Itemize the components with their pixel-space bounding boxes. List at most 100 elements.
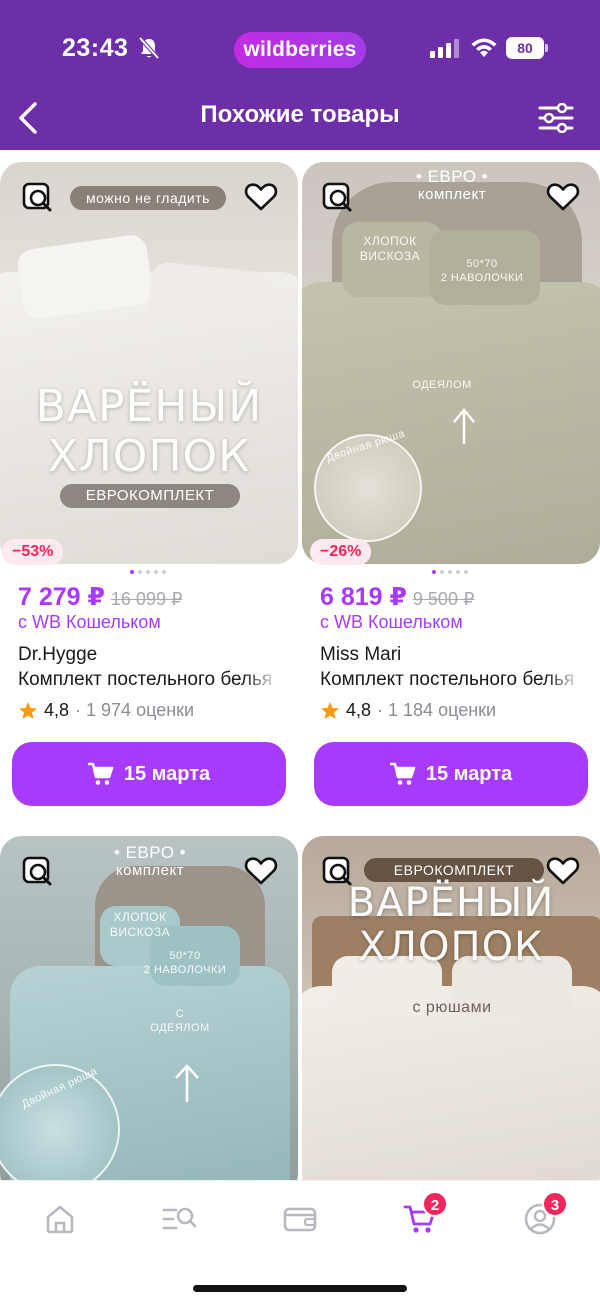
star-icon — [321, 701, 339, 719]
arrow-up-icon — [175, 1064, 199, 1102]
wallet-price-note: с WB Кошельком — [320, 612, 463, 632]
add-to-cart-button[interactable]: 15 марта — [314, 742, 588, 806]
brand-name: Dr.Hygge — [18, 644, 98, 665]
image-top-subline: комплект — [417, 186, 487, 203]
filter-button[interactable] — [534, 98, 578, 138]
favorite-button[interactable] — [542, 176, 584, 218]
pager-dot — [146, 570, 150, 574]
signal-icon — [430, 39, 459, 58]
pillow-shape — [147, 260, 273, 334]
rating-line: 4,8 · 1 974 оценки — [18, 700, 194, 721]
nav-cart[interactable]: 2 — [392, 1191, 448, 1241]
pager-dot — [448, 570, 452, 574]
rating-value: 4,8 — [44, 700, 70, 720]
wallet-icon — [283, 1207, 317, 1232]
nav-catalog[interactable] — [152, 1197, 208, 1241]
app-header: 23:43 wildberries 80 Похожие товары — [0, 0, 600, 150]
rating-line: 4,8 · 1 184 оценки — [320, 700, 496, 721]
cart-count-badge: 2 — [422, 1191, 448, 1217]
price: 6 819 ₽ — [320, 583, 407, 611]
heart-icon — [546, 857, 580, 885]
find-similar-button[interactable] — [316, 176, 358, 218]
rating-count: · 1 974 оценки — [75, 700, 195, 720]
star-icon — [19, 701, 37, 719]
cart-icon — [87, 762, 114, 785]
price-line: 7 279 ₽ 16 099 ₽ — [18, 582, 182, 612]
add-to-cart-button[interactable]: 15 марта — [12, 742, 286, 806]
delivery-date: 15 марта — [425, 762, 513, 785]
status-bar: 23:43 wildberries 80 — [0, 0, 600, 92]
favorite-button[interactable] — [240, 850, 282, 892]
rating-count: · 1 184 оценки — [377, 700, 497, 720]
label-fabric: ХЛОПОК ВИСКОЗА — [359, 234, 421, 263]
image-top-subline: комплект — [115, 862, 185, 879]
nav-home[interactable] — [32, 1197, 88, 1241]
image-bottom-chip: ЕВРОКОМПЛЕКТ — [60, 484, 240, 508]
nav-profile[interactable]: 3 — [512, 1191, 568, 1241]
pager-dot — [432, 570, 436, 574]
wifi-icon — [471, 38, 497, 57]
cart-icon — [389, 762, 416, 785]
image-pager-dots — [432, 570, 468, 574]
brand-name: Miss Mari — [320, 644, 402, 665]
battery-indicator: 80 — [506, 37, 548, 59]
page: 23:43 wildberries 80 Похожие товары можн… — [0, 0, 600, 1303]
product-name[interactable]: Комплект постельного белья — [320, 669, 582, 691]
find-similar-icon — [322, 856, 352, 886]
image-headline-1: ВАРЁНЫЙ — [35, 381, 263, 432]
home-icon — [46, 1205, 74, 1234]
pager-dot — [440, 570, 444, 574]
product-image[interactable]: можно не гладить ВАРЁНЫЙ ХЛОПОК ЕВРОКОМП… — [0, 162, 298, 564]
find-similar-icon — [322, 182, 352, 212]
label-blanket: С ОДЕЯЛОМ — [150, 1008, 210, 1034]
arrow-up-icon — [453, 408, 475, 444]
heart-icon — [244, 857, 278, 885]
heart-icon — [244, 183, 278, 211]
pager-dot — [138, 570, 142, 574]
chevron-left-icon — [19, 102, 37, 134]
label-pillows: 50*70 2 НАВОЛОЧКИ — [440, 258, 524, 284]
catalog-search-icon — [162, 1207, 197, 1230]
image-top-line: • ЕВРО • — [113, 843, 187, 862]
rating-value: 4,8 — [346, 700, 372, 720]
find-similar-button[interactable] — [316, 850, 358, 892]
wallet-price-note: с WB Кошельком — [18, 612, 161, 632]
bell-off-icon — [138, 36, 160, 60]
pager-dot — [154, 570, 158, 574]
nav-wallet[interactable] — [272, 1197, 328, 1241]
pager-dot — [130, 570, 134, 574]
home-indicator[interactable] — [193, 1285, 407, 1292]
notifications-badge: 3 — [542, 1191, 568, 1217]
discount-badge: −26% — [310, 539, 372, 565]
brand-logo: wildberries — [234, 32, 366, 68]
image-top-chip: можно не гладить — [70, 186, 226, 210]
find-similar-icon — [22, 182, 52, 212]
discount-badge: −53% — [2, 539, 64, 565]
old-price: 16 099 ₽ — [110, 589, 183, 609]
label-blanket: ОДЕЯЛОМ — [412, 379, 472, 391]
favorite-button[interactable] — [542, 850, 584, 892]
battery-level: 80 — [506, 37, 544, 59]
pager-dot — [464, 570, 468, 574]
find-similar-button[interactable] — [16, 850, 58, 892]
image-caption: с рюшами — [412, 999, 492, 1016]
favorite-button[interactable] — [240, 176, 282, 218]
battery-cap — [545, 44, 548, 52]
back-button[interactable] — [8, 96, 48, 140]
delivery-date: 15 марта — [123, 762, 211, 785]
label-fabric: ХЛОПОК ВИСКОЗА — [109, 910, 171, 939]
image-top-chip: ЕВРОКОМПЛЕКТ — [364, 858, 544, 882]
find-similar-button[interactable] — [16, 176, 58, 218]
product-name[interactable]: Комплект постельного белья — [18, 669, 280, 691]
page-title: Похожие товары — [200, 101, 400, 128]
label-pillows: 50*70 2 НАВОЛОЧКИ — [143, 950, 227, 976]
image-headline-2: ХЛОПОК — [358, 924, 544, 970]
filter-sliders-icon — [538, 103, 574, 133]
image-top-line: • ЕВРО • — [415, 167, 489, 186]
image-headline-2: ХЛОПОК — [47, 431, 251, 482]
price-line: 6 819 ₽ 9 500 ₽ — [320, 582, 474, 612]
old-price: 9 500 ₽ — [412, 589, 475, 609]
heart-icon — [546, 183, 580, 211]
product-image[interactable]: • ЕВРО • комплект ХЛОПОК ВИСКОЗА 50*70 2… — [302, 162, 600, 564]
price: 7 279 ₽ — [18, 583, 105, 611]
